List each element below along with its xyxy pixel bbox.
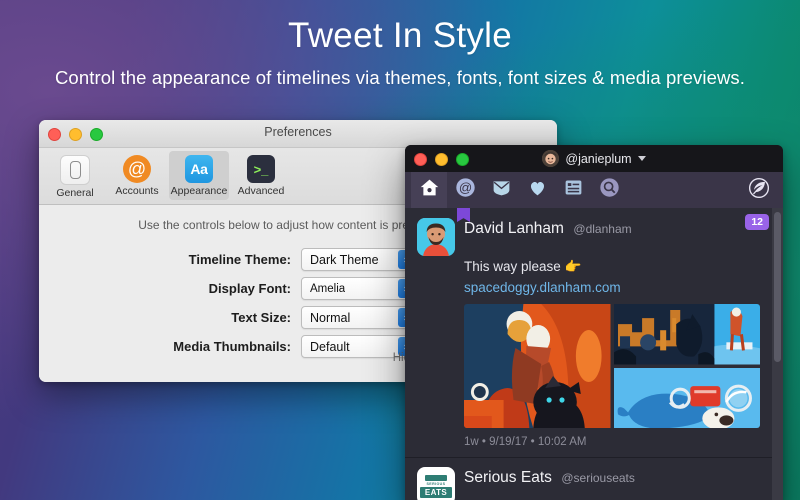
tweet-timestamp: 1w • 9/19/17 • 10:02 AM (464, 436, 771, 457)
media-thumbnail-1[interactable] (464, 304, 611, 428)
scrollbar-thumb[interactable] (774, 212, 781, 362)
author-handle: @seriouseats (561, 471, 635, 485)
timeline-theme-select[interactable]: Dark Theme (301, 248, 418, 271)
toolbar-item-accounts[interactable]: @ Accounts (107, 151, 167, 200)
mentions-at-icon: @ (455, 177, 476, 203)
tweet-link[interactable]: spacedoggy.dlanham.com (464, 278, 771, 298)
twitter-toolbar: @ (405, 172, 783, 208)
tweet-media-grid[interactable] (464, 304, 760, 428)
terminal-prompt-icon: >_ (247, 155, 275, 183)
tweet-author: Serious Eats @seriouseats (464, 467, 635, 487)
display-font-select[interactable]: Amelia (301, 277, 418, 300)
at-sign-icon: @ (123, 155, 151, 183)
display-font-value: Amelia (302, 283, 345, 295)
app-screenshot: Tweet In Style Control the appearance of… (0, 0, 800, 500)
label-media-thumbnails: Media Thumbnails: (39, 339, 301, 354)
toolbar-item-appearance[interactable]: Aa Appearance (169, 151, 229, 200)
compose-button[interactable] (741, 172, 777, 208)
close-button[interactable] (414, 153, 427, 166)
home-icon (419, 177, 440, 203)
media-thumbnail-3[interactable] (614, 368, 761, 429)
account-switcher[interactable]: @janieplum (542, 150, 645, 167)
toolbar-item-general[interactable]: General (45, 151, 105, 202)
tweet-text: This way please 👉 (464, 257, 771, 277)
likes-heart-icon (527, 177, 548, 203)
avatar[interactable] (417, 218, 455, 256)
chevron-down-icon[interactable] (638, 156, 646, 161)
media-right-column (614, 304, 761, 428)
twitter-client-window: @janieplum @ (405, 145, 783, 500)
aa-type-icon: Aa (185, 155, 213, 183)
zoom-button[interactable] (456, 153, 469, 166)
toolbar-label-general: General (56, 187, 93, 199)
tab-likes[interactable] (519, 172, 555, 208)
toolbar-item-advanced[interactable]: >_ Advanced (231, 151, 291, 200)
tweet-body: This way please 👉 spacedoggy.dlanham.com (464, 257, 771, 297)
tab-mentions[interactable]: @ (447, 172, 483, 208)
twitter-window-controls (414, 153, 469, 166)
preferences-titlebar: Preferences (39, 120, 557, 148)
toolbar-label-advanced: Advanced (238, 185, 285, 197)
account-handle: @janieplum (565, 152, 631, 166)
toggle-switch-icon (60, 155, 90, 185)
toolbar-label-appearance: Appearance (171, 185, 228, 197)
svg-text:@: @ (458, 180, 471, 195)
text-size-select[interactable]: Normal (301, 306, 418, 329)
hero-title: Tweet In Style (0, 16, 800, 56)
logo-wordmark: SERIOUS (427, 482, 446, 486)
tab-search[interactable] (591, 172, 627, 208)
toolbar-label-accounts: Accounts (115, 185, 158, 197)
search-icon (599, 177, 620, 203)
status-badge: 12 (745, 214, 769, 230)
hero-banner: Tweet In Style Control the appearance of… (0, 0, 800, 89)
twitter-titlebar: @janieplum (405, 145, 783, 172)
media-thumbnail-2[interactable] (614, 304, 761, 365)
tab-home[interactable] (411, 172, 447, 208)
avatar[interactable]: SERIOUS EATS (417, 467, 455, 500)
tweet-item[interactable]: 12 David Lanha (405, 208, 783, 457)
label-text-size: Text Size: (39, 310, 301, 325)
minimize-button[interactable] (435, 153, 448, 166)
window-title: Preferences (39, 125, 557, 139)
media-thumbnails-value: Default (302, 340, 350, 354)
tweet-item[interactable]: SERIOUS EATS Serious Eats @seriouseats (405, 458, 783, 500)
timeline-scrollbar[interactable] (772, 208, 783, 500)
lists-icon (563, 177, 584, 203)
label-display-font: Display Font: (39, 281, 301, 296)
compose-feather-icon (748, 177, 770, 204)
timeline-theme-value: Dark Theme (302, 253, 379, 267)
hero-subtitle: Control the appearance of timelines via … (0, 67, 800, 89)
logo-bar (425, 475, 447, 481)
text-size-value: Normal (302, 311, 350, 325)
author-name: Serious Eats (464, 469, 552, 486)
avatar-text: EATS (420, 487, 452, 498)
avatar (542, 150, 559, 167)
author-name: David Lanham (464, 220, 564, 237)
timeline-list[interactable]: 12 David Lanha (405, 208, 783, 500)
tweet-author: David Lanham @dlanham (464, 218, 632, 238)
tab-messages[interactable] (483, 172, 519, 208)
tweet-header: David Lanham @dlanham (417, 218, 771, 256)
tab-lists[interactable] (555, 172, 591, 208)
messages-envelope-icon (491, 177, 512, 203)
label-timeline-theme: Timeline Theme: (39, 252, 301, 267)
author-handle: @dlanham (573, 222, 631, 236)
